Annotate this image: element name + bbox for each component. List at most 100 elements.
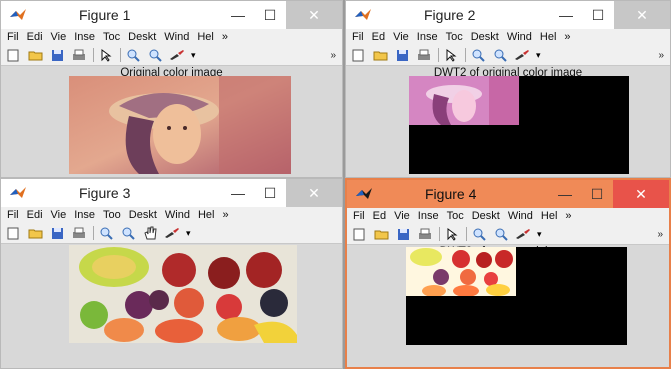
menu-file[interactable]: Fil [352,31,364,43]
menu-tools[interactable]: Too [103,209,121,221]
menu-desktop[interactable]: Deskt [471,31,499,43]
pan-icon[interactable] [142,226,158,240]
open-icon[interactable] [27,48,43,62]
new-icon[interactable] [5,48,21,62]
menu-view[interactable]: Vie [51,31,67,43]
menu-tools[interactable]: Toc [103,31,120,43]
menu-tools[interactable]: Toc [446,31,463,43]
save-icon[interactable] [49,226,65,240]
brush-icon[interactable] [515,227,531,241]
pointer-icon[interactable] [98,48,114,62]
close-button[interactable]: ✕ [613,180,669,208]
title-bar[interactable]: Figure 4 — ☐ ✕ [347,180,669,208]
maximize-button[interactable]: ☐ [582,1,614,29]
chevron-down-icon[interactable]: ▾ [537,229,542,240]
zoom-out-icon[interactable] [492,48,508,62]
menu-help[interactable]: Hel [540,31,557,43]
menu-tools[interactable]: Toc [447,210,464,222]
print-icon[interactable] [71,226,87,240]
menu-window[interactable]: Wind [164,31,189,43]
maximize-button[interactable]: ☐ [254,1,286,29]
toolbar: ▾ » [346,45,670,66]
new-icon[interactable] [5,226,21,240]
menu-edit[interactable]: Edi [27,31,43,43]
zoom-out-icon[interactable] [493,227,509,241]
save-icon[interactable] [395,227,411,241]
menu-more[interactable]: » [222,209,228,221]
menu-view[interactable]: Vie [394,210,410,222]
chevron-down-icon[interactable]: ▾ [191,50,196,61]
new-icon[interactable] [350,48,366,62]
open-icon[interactable] [27,226,43,240]
zoom-out-icon[interactable] [120,226,136,240]
brush-icon[interactable] [514,48,530,62]
brush-icon[interactable] [164,226,180,240]
menu-desktop[interactable]: Deskt [129,209,157,221]
menu-desktop[interactable]: Deskt [128,31,156,43]
close-button[interactable]: ✕ [286,1,342,29]
pointer-icon[interactable] [443,48,459,62]
toolbar-separator [466,227,467,241]
toolbar-separator [120,48,121,62]
menu-insert[interactable]: Inse [417,31,438,43]
toolbar-more-icon[interactable]: » [657,229,663,240]
open-icon[interactable] [373,227,389,241]
print-icon[interactable] [417,227,433,241]
menu-desktop[interactable]: Deskt [472,210,500,222]
menu-view[interactable]: Vie [393,31,409,43]
minimize-button[interactable]: — [222,1,254,29]
new-icon[interactable] [351,227,367,241]
menu-file[interactable]: Fil [7,209,19,221]
menu-help[interactable]: Hel [541,210,558,222]
minimize-button[interactable]: — [550,1,582,29]
open-icon[interactable] [372,48,388,62]
menu-file[interactable]: Fil [7,31,19,43]
menu-more[interactable]: » [222,31,228,43]
menu-edit[interactable]: Ed [373,210,386,222]
maximize-button[interactable]: ☐ [581,180,613,208]
chevron-down-icon[interactable]: ▾ [186,228,191,239]
pointer-icon[interactable] [444,227,460,241]
save-icon[interactable] [49,48,65,62]
menu-window[interactable]: Wind [165,209,190,221]
minimize-button[interactable]: — [549,180,581,208]
title-bar[interactable]: Figure 1 — ☐ ✕ [1,1,342,29]
print-icon[interactable] [71,48,87,62]
figure-window-3: Figure 3 — ☐ ✕ Fil Edi Vie Inse Too Desk… [0,178,343,369]
menu-file[interactable]: Fil [353,210,365,222]
zoom-in-icon[interactable] [98,226,114,240]
print-icon[interactable] [416,48,432,62]
toolbar-more-icon[interactable]: » [330,50,336,61]
toolbar-separator [93,48,94,62]
zoom-in-icon[interactable] [471,227,487,241]
matlab-icon [10,187,26,198]
close-button[interactable]: ✕ [286,179,342,207]
close-button[interactable]: ✕ [614,1,670,29]
figure-window-1: Figure 1 — ☐ ✕ Fil Edi Vie Inse Toc Desk… [0,0,343,178]
menu-help[interactable]: Hel [197,31,214,43]
chevron-down-icon[interactable]: ▾ [536,50,541,61]
minimize-button[interactable]: — [222,179,254,207]
menu-insert[interactable]: Inse [74,31,95,43]
title-bar[interactable]: Figure 3 — ☐ ✕ [1,179,342,207]
menu-insert[interactable]: Inse [74,209,95,221]
maximize-button[interactable]: ☐ [254,179,286,207]
zoom-out-icon[interactable] [147,48,163,62]
menu-view[interactable]: Vie [51,209,67,221]
menu-window[interactable]: Wind [507,31,532,43]
menu-more[interactable]: » [565,210,571,222]
zoom-in-icon[interactable] [470,48,486,62]
menu-bar: Fil Ed Vie Inse Toc Deskt Wind Hel » [346,29,670,45]
menu-edit[interactable]: Edi [27,209,43,221]
menu-insert[interactable]: Inse [418,210,439,222]
title-bar[interactable]: Figure 2 — ☐ ✕ [346,1,670,29]
save-icon[interactable] [394,48,410,62]
menu-window[interactable]: Wind [508,210,533,222]
toolbar-more-icon[interactable]: » [658,50,664,61]
menu-edit[interactable]: Ed [372,31,385,43]
menu-bar: Fil Edi Vie Inse Toc Deskt Wind Hel » [1,29,342,45]
menu-more[interactable]: » [564,31,570,43]
zoom-in-icon[interactable] [125,48,141,62]
menu-help[interactable]: Hel [198,209,215,221]
brush-icon[interactable] [169,48,185,62]
